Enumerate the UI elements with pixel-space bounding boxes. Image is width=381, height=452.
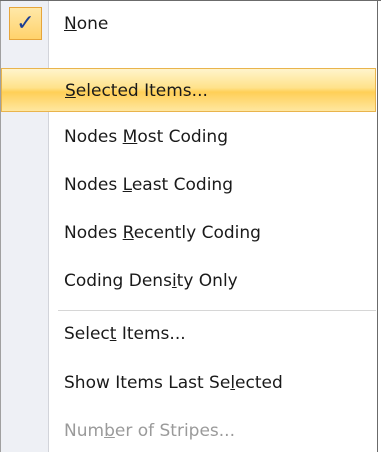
menu-item-nodes-recently-coding[interactable]: Nodes Recently Coding <box>1 211 376 255</box>
menu-item-number-of-stripes: Number of Stripes... <box>1 409 376 452</box>
menu-item-coding-density-only[interactable]: Coding Density Only <box>1 259 376 303</box>
menu-item-label: Show Items Last Selected <box>64 373 283 393</box>
menu-item-show-items-last-selected[interactable]: Show Items Last Selected <box>1 361 376 405</box>
menu-item-nodes-most-coding[interactable]: Nodes Most Coding <box>1 115 376 159</box>
menu-item-none[interactable]: ✓ None <box>1 2 376 46</box>
context-menu: ✓ None Selected Items... Nodes Most Codi… <box>0 0 381 452</box>
menu-item-select-items[interactable]: Select Items... <box>1 312 376 356</box>
menu-item-label: Number of Stripes... <box>64 421 235 441</box>
menu-item-label: Coding Density Only <box>64 271 238 291</box>
menu-item-nodes-least-coding[interactable]: Nodes Least Coding <box>1 163 376 207</box>
menu-item-label: None <box>64 14 109 34</box>
menu-item-label: Selected Items... <box>65 81 208 101</box>
menu-separator <box>58 310 376 311</box>
menu-item-selected-items[interactable]: Selected Items... <box>1 68 376 112</box>
check-icon: ✓ <box>9 7 42 40</box>
menu-item-label: Nodes Recently Coding <box>64 223 261 243</box>
menu-right-border <box>377 1 381 452</box>
menu-item-label: Nodes Least Coding <box>64 175 233 195</box>
menu-item-label: Select Items... <box>64 324 186 344</box>
menu-item-label: Nodes Most Coding <box>64 127 228 147</box>
